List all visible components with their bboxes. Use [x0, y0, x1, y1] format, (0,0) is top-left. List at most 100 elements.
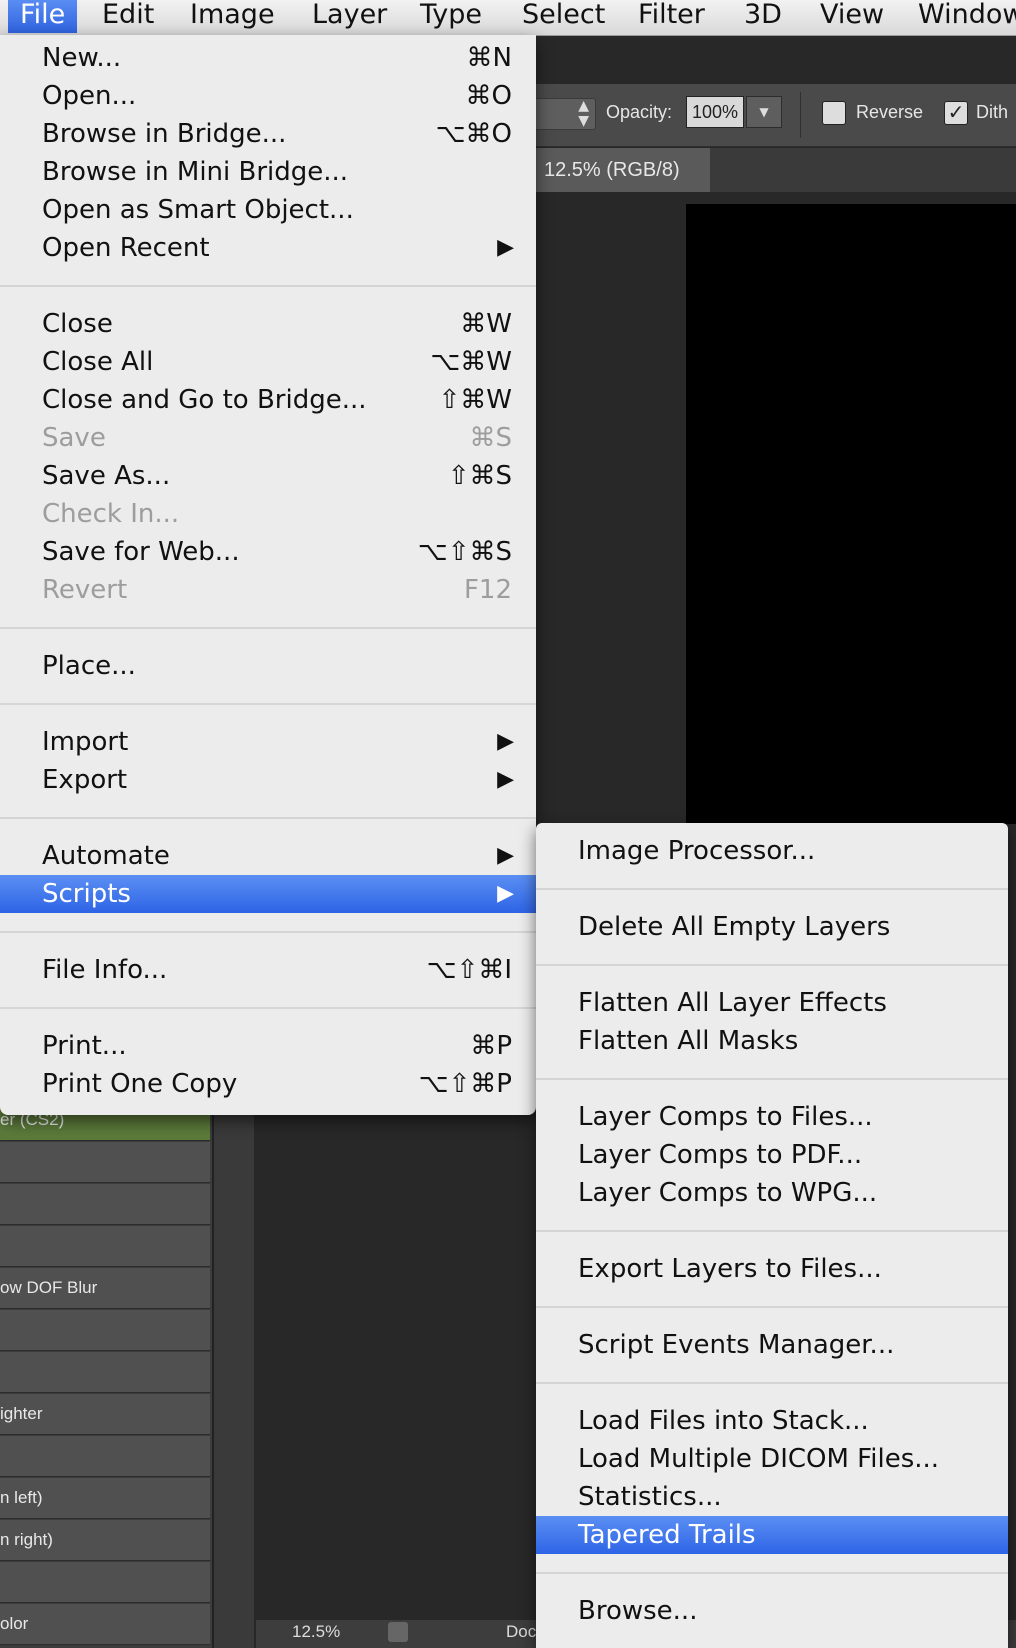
menu-item-label: Image Processor...: [578, 836, 816, 866]
menu-view[interactable]: View: [808, 0, 896, 33]
document-canvas[interactable]: [686, 204, 1016, 824]
menu-item-label: Revert: [42, 575, 128, 605]
scripts-menu-item-load-multiple-dicom-files[interactable]: Load Multiple DICOM Files...: [536, 1440, 1008, 1478]
file-menu-item-close-and-go-to-bridge[interactable]: Close and Go to Bridge... ⇧⌘W: [0, 381, 536, 419]
panel-divider: [212, 1100, 254, 1648]
file-menu-item-file-info[interactable]: File Info... ⌥⇧⌘I: [0, 951, 536, 989]
file-menu: New... ⌘N Open... ⌘O Browse in Bridge... ⌥⌘O B…: [0, 35, 536, 1115]
file-menu-item-import[interactable]: Import ▶: [0, 723, 536, 761]
menu-separator: [0, 285, 536, 287]
menu-item-label: Save for Web...: [42, 537, 240, 567]
menu-item-label: Open Recent: [42, 233, 210, 263]
action-row[interactable]: [0, 1436, 210, 1477]
menu-edit[interactable]: Edit: [90, 0, 166, 33]
scripts-menu-item-browse[interactable]: Browse...: [536, 1592, 1008, 1630]
file-menu-item-open[interactable]: Open... ⌘O: [0, 77, 536, 115]
file-menu-item-new[interactable]: New... ⌘N: [0, 39, 536, 77]
opacity-field[interactable]: 100%: [686, 96, 744, 128]
shortcut-label: ⌥⇧⌘I: [426, 955, 512, 985]
menu-item-label: Check In...: [42, 499, 180, 529]
reverse-checkbox[interactable]: [822, 101, 846, 125]
action-row[interactable]: [0, 1226, 210, 1267]
menu-item-label: Open as Smart Object...: [42, 195, 354, 225]
action-row[interactable]: n left): [0, 1478, 210, 1519]
file-menu-item-revert: Revert F12: [0, 571, 536, 609]
action-row[interactable]: [0, 1184, 210, 1225]
scripts-menu-item-layer-comps-to-wpg[interactable]: Layer Comps to WPG...: [536, 1174, 1008, 1212]
file-menu-item-save-for-web[interactable]: Save for Web... ⌥⇧⌘S: [0, 533, 536, 571]
scripts-menu-item-load-files-into-stack[interactable]: Load Files into Stack...: [536, 1402, 1008, 1440]
scripts-menu-item-script-events-manager[interactable]: Script Events Manager...: [536, 1326, 1008, 1364]
mode-select[interactable]: ▲ ▼: [532, 98, 596, 130]
file-menu-item-export[interactable]: Export ▶: [0, 761, 536, 799]
menu-filter[interactable]: Filter: [626, 0, 717, 33]
shortcut-label: ⌥⌘O: [435, 119, 512, 149]
file-menu-item-place[interactable]: Place...: [0, 647, 536, 685]
scripts-menu-item-flatten-all-masks[interactable]: Flatten All Masks: [536, 1022, 1008, 1060]
menu-item-label: Print...: [42, 1031, 127, 1061]
action-row[interactable]: [0, 1310, 210, 1351]
shortcut-label: ⌥⌘W: [430, 347, 512, 377]
scripts-menu-item-delete-all-empty-layers[interactable]: Delete All Empty Layers: [536, 908, 1008, 946]
file-menu-item-close[interactable]: Close ⌘W: [0, 305, 536, 343]
opacity-label: Opacity:: [606, 102, 673, 122]
scripts-menu-item-statistics[interactable]: Statistics...: [536, 1478, 1008, 1516]
stepper-arrows-icon: ▲ ▼: [578, 98, 589, 129]
action-row[interactable]: olor: [0, 1604, 210, 1645]
menu-type[interactable]: Type: [408, 0, 494, 33]
zoom-level[interactable]: 12.5%: [292, 1622, 340, 1642]
shortcut-label: ⌥⇧⌘S: [417, 537, 512, 567]
menu-item-label: Tapered Trails: [578, 1520, 756, 1550]
file-menu-item-scripts[interactable]: Scripts ▶: [0, 875, 536, 913]
triangle-right-icon: ▶: [497, 881, 514, 906]
file-menu-item-browse-in-bridge[interactable]: Browse in Bridge... ⌥⌘O: [0, 115, 536, 153]
shortcut-label: ⌘N: [466, 43, 512, 73]
document-tab[interactable]: 12.5% (RGB/8): [536, 148, 710, 192]
menu-item-label: Layer Comps to WPG...: [578, 1178, 878, 1208]
menu-layer[interactable]: Layer: [300, 0, 399, 33]
action-row[interactable]: ow DOF Blur: [0, 1268, 210, 1309]
menu-item-label: Automate: [42, 841, 170, 871]
menu-separator: [0, 817, 536, 819]
file-menu-item-close-all[interactable]: Close All ⌥⌘W: [0, 343, 536, 381]
action-row[interactable]: n right): [0, 1520, 210, 1561]
dither-label: Dith: [976, 102, 1009, 122]
menu-item-label: Close: [42, 309, 113, 339]
scripts-menu-item-export-layers-to-files[interactable]: Export Layers to Files...: [536, 1250, 1008, 1288]
scripts-menu-item-image-processor[interactable]: Image Processor...: [536, 832, 1008, 870]
action-row[interactable]: [0, 1352, 210, 1393]
scripts-menu-item-layer-comps-to-files[interactable]: Layer Comps to Files...: [536, 1098, 1008, 1136]
scripts-menu-item-tapered-trails[interactable]: Tapered Trails: [536, 1516, 1008, 1554]
file-menu-item-print[interactable]: Print... ⌘P: [0, 1027, 536, 1065]
menu-item-label: Statistics...: [578, 1482, 722, 1512]
menu-separator: [536, 1306, 1008, 1308]
file-menu-item-save-as[interactable]: Save As... ⇧⌘S: [0, 457, 536, 495]
menu-3d[interactable]: 3D: [732, 0, 794, 33]
file-menu-item-automate[interactable]: Automate ▶: [0, 837, 536, 875]
menu-item-label: Delete All Empty Layers: [578, 912, 891, 942]
menu-item-label: Browse in Mini Bridge...: [42, 157, 349, 187]
action-row[interactable]: [0, 1142, 210, 1183]
opacity-dropdown-button[interactable]: ▼: [746, 96, 782, 128]
scripts-menu-item-flatten-all-layer-effects[interactable]: Flatten All Layer Effects: [536, 984, 1008, 1022]
triangle-right-icon: ▶: [497, 729, 514, 754]
file-menu-item-print-one-copy[interactable]: Print One Copy ⌥⇧⌘P: [0, 1065, 536, 1103]
shortcut-label: F12: [463, 575, 512, 605]
menu-file[interactable]: File: [8, 0, 78, 33]
document-status-icon[interactable]: [388, 1622, 408, 1642]
menu-item-label: Print One Copy: [42, 1069, 238, 1099]
menu-separator: [536, 1572, 1008, 1574]
menu-image[interactable]: Image: [178, 0, 287, 33]
action-row[interactable]: [0, 1562, 210, 1603]
menu-select[interactable]: Select: [510, 0, 617, 33]
menu-window[interactable]: Window: [906, 0, 1016, 33]
menu-item-label: Close and Go to Bridge...: [42, 385, 367, 415]
file-menu-item-open-as-smart-object[interactable]: Open as Smart Object...: [0, 191, 536, 229]
file-menu-item-browse-in-mini-bridge[interactable]: Browse in Mini Bridge...: [0, 153, 536, 191]
shortcut-label: ⇧⌘W: [438, 385, 513, 415]
scripts-menu-item-layer-comps-to-pdf[interactable]: Layer Comps to PDF...: [536, 1136, 1008, 1174]
menu-item-label: Scripts: [42, 879, 131, 909]
file-menu-item-open-recent[interactable]: Open Recent ▶: [0, 229, 536, 267]
dither-checkbox[interactable]: ✓: [944, 101, 968, 125]
action-row[interactable]: ighter: [0, 1394, 210, 1435]
